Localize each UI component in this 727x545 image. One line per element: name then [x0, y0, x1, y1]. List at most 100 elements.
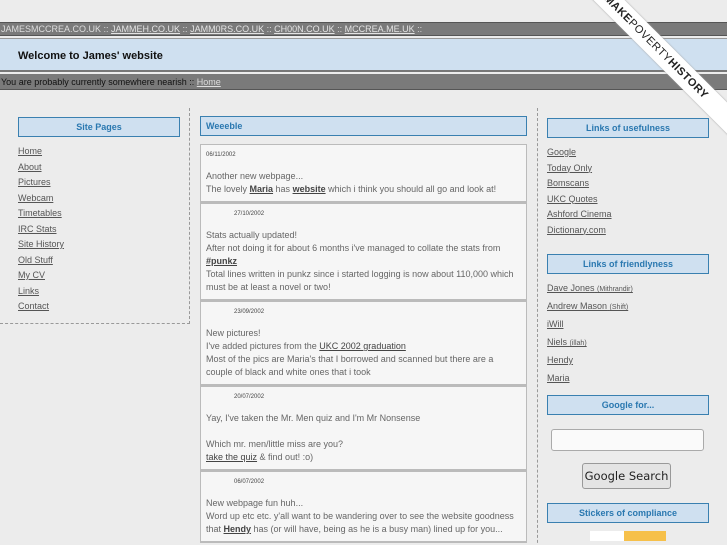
- domain-link[interactable]: CH00N.CO.UK: [274, 24, 335, 34]
- graduation-link[interactable]: UKC 2002 graduation: [319, 341, 406, 351]
- domain-link[interactable]: MCCREA.ME.UK: [345, 24, 415, 34]
- post-date: 27/10/2002: [234, 211, 265, 217]
- post-text: Stats actually updated!: [206, 230, 298, 240]
- post-text: take the quiz & find out! :o): [206, 451, 521, 464]
- website-link[interactable]: website: [293, 184, 326, 194]
- friend-nick: (Shift): [609, 304, 629, 311]
- breadcrumb-home[interactable]: Home: [197, 77, 221, 87]
- useful-link[interactable]: Today Only: [547, 163, 592, 173]
- list-item: Dave Jones (Mithrandir): [547, 283, 727, 301]
- nav-link[interactable]: Old Stuff: [18, 255, 53, 265]
- list-item: Maria: [547, 373, 727, 391]
- news-header: Weeeble: [200, 116, 527, 136]
- friend-nick: (illah): [569, 340, 587, 347]
- list-item: IRC Stats: [18, 224, 64, 240]
- separator: ::: [101, 24, 112, 34]
- post-text: Which mr. men/little miss are you?: [206, 439, 344, 449]
- post-text: New pictures!: [206, 328, 261, 338]
- post-text: Word up etc etc. y'all want to be wander…: [206, 510, 521, 536]
- post-text: Yay, I've taken the Mr. Men quiz and I'm…: [206, 413, 421, 423]
- post-text: After not doing it for about 6 months i'…: [206, 243, 501, 253]
- post-date: 20/07/2002: [234, 394, 265, 400]
- post-text: I've added pictures from the UKC 2002 gr…: [206, 340, 521, 353]
- friendlyness-title: Links of friendlyness: [547, 254, 709, 274]
- text: has: [273, 184, 293, 194]
- text: & find out! :o): [257, 452, 314, 462]
- separator: ::: [334, 24, 345, 34]
- post-text: The lovely Maria has website which i thi…: [206, 183, 521, 196]
- list-item: UKC Quotes: [547, 194, 727, 210]
- news-post: 06/11/2002 Another new webpage... The lo…: [200, 144, 527, 203]
- hendy-link[interactable]: Hendy: [224, 524, 252, 534]
- friend-link[interactable]: Hendy: [547, 355, 573, 365]
- quiz-link[interactable]: take the quiz: [206, 452, 257, 462]
- text: I've added pictures from the: [206, 341, 320, 351]
- post-date: 23/09/2002: [234, 309, 265, 315]
- list-item: Links: [18, 286, 64, 302]
- friend-name: Maria: [547, 373, 570, 383]
- news-title: Weeeble: [200, 116, 527, 136]
- usefulness-title: Links of usefulness: [547, 118, 709, 138]
- news-post: 20/07/2002 Yay, I've taken the Mr. Men q…: [200, 386, 527, 471]
- list-item: Hendy: [547, 355, 727, 373]
- list-item: Bomscans: [547, 178, 727, 194]
- separator: ::: [180, 24, 191, 34]
- friend-link[interactable]: iWill: [547, 319, 564, 329]
- list-item: Pictures: [18, 177, 64, 193]
- nav-link[interactable]: Site History: [18, 239, 64, 249]
- nav-link[interactable]: My CV: [18, 270, 45, 280]
- nav-link[interactable]: About: [18, 162, 42, 172]
- site-pages-list: Home About Pictures Webcam Timetables IRC Sta…: [18, 146, 64, 317]
- post-date: 06/11/2002: [206, 152, 236, 158]
- current-domain: JAMESMCCREA.CO.UK: [1, 24, 102, 34]
- nav-link[interactable]: Links: [18, 286, 39, 296]
- list-item: iWill: [547, 319, 727, 337]
- friend-link[interactable]: Andrew Mason (Shift): [547, 301, 628, 311]
- friend-name: Niels: [547, 337, 568, 347]
- useful-link[interactable]: Bomscans: [547, 178, 589, 188]
- nav-link[interactable]: Pictures: [18, 177, 51, 187]
- domain-link[interactable]: JAMM0RS.CO.UK: [190, 24, 264, 34]
- list-item: Webcam: [18, 193, 64, 209]
- nav-link[interactable]: IRC Stats: [18, 224, 57, 234]
- friend-link[interactable]: Dave Jones (Mithrandir): [547, 283, 633, 293]
- useful-link[interactable]: Google: [547, 147, 576, 157]
- post-date: 06/07/2002: [234, 479, 265, 485]
- friend-link[interactable]: Niels (illah): [547, 337, 587, 347]
- domain-link[interactable]: JAMMEH.CO.UK: [111, 24, 180, 34]
- list-item: Site History: [18, 239, 64, 255]
- useful-link[interactable]: Dictionary.com: [547, 225, 606, 235]
- friend-name: Hendy: [547, 355, 574, 365]
- useful-link[interactable]: UKC Quotes: [547, 194, 598, 204]
- maria-link[interactable]: Maria: [250, 184, 274, 194]
- nav-link[interactable]: Webcam: [18, 193, 53, 203]
- nav-link[interactable]: Home: [18, 146, 42, 156]
- list-item: Old Stuff: [18, 255, 64, 271]
- google-search-button[interactable]: Google Search: [582, 463, 671, 489]
- friendlyness-list: Dave Jones (Mithrandir) Andrew Mason (Shi…: [547, 283, 727, 391]
- list-item: Dictionary.com: [547, 225, 727, 241]
- useful-link[interactable]: Ashford Cinema: [547, 209, 612, 219]
- site-pages-title: Site Pages: [18, 117, 180, 137]
- punkz-link[interactable]: #punkz: [206, 256, 237, 266]
- separator: ::: [264, 24, 275, 34]
- friend-link[interactable]: Maria: [547, 373, 570, 383]
- page-title: Welcome to James' website: [18, 50, 163, 62]
- list-item: Niels (illah): [547, 337, 727, 355]
- news-post: 27/10/2002 Stats actually updated! After…: [200, 203, 527, 301]
- google-search-input[interactable]: [551, 429, 704, 451]
- post-text: Most of the pics are Maria's that I borr…: [206, 354, 494, 377]
- news-post: 23/09/2002 New pictures! I've added pict…: [200, 301, 527, 386]
- nav-link[interactable]: Timetables: [18, 208, 62, 218]
- news-post: 06/07/2002 New webpage fun huh... Word u…: [200, 471, 527, 543]
- list-item: Ashford Cinema: [547, 209, 727, 225]
- friend-name: iWill: [547, 319, 564, 329]
- google-title: Google for...: [547, 395, 709, 415]
- friend-name: Dave Jones: [547, 283, 595, 293]
- text: which i think you should all go and look…: [325, 184, 497, 194]
- list-item: My CV: [18, 270, 64, 286]
- site-pages-panel: Site Pages Home About Pictures Webcam Timeta…: [0, 108, 190, 324]
- friend-name: Andrew Mason: [547, 301, 608, 311]
- text: The lovely: [206, 184, 250, 194]
- nav-link[interactable]: Contact: [18, 301, 49, 311]
